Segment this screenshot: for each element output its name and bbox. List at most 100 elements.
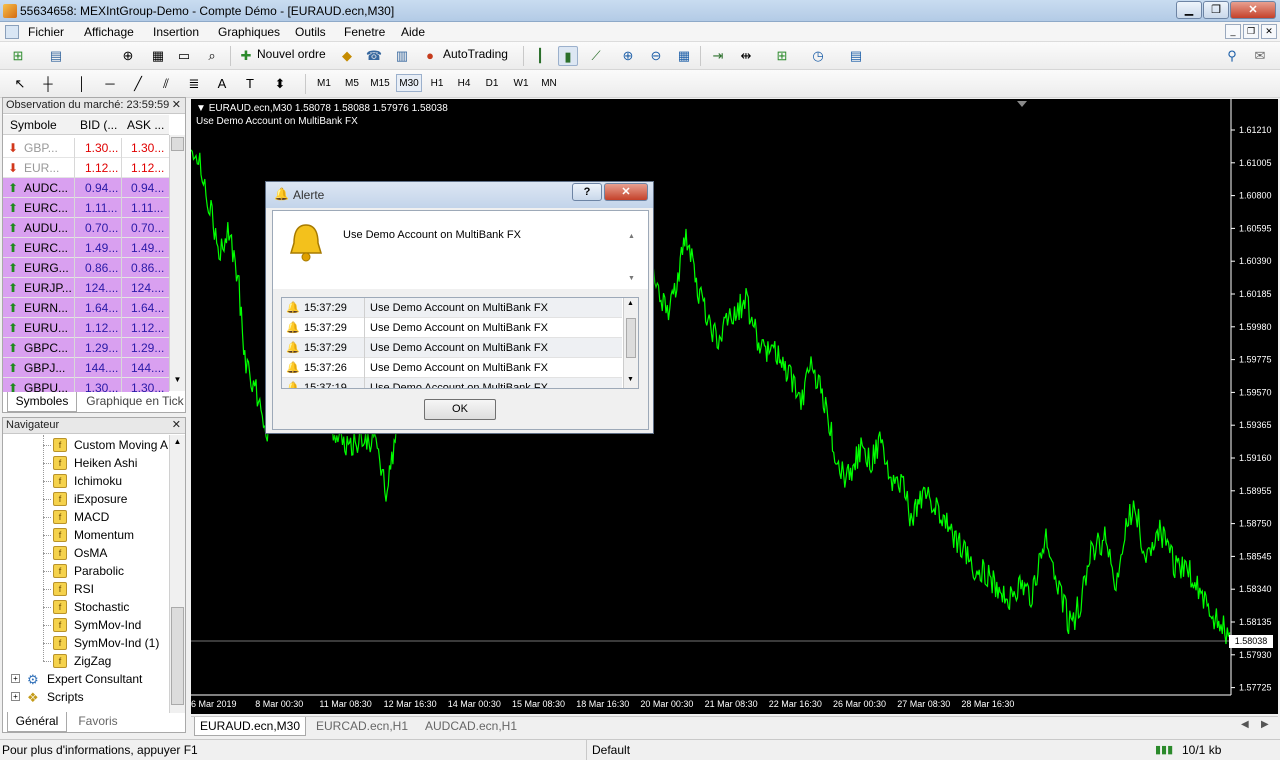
alert-log-scrollbar[interactable]: ▲ ▼: [623, 298, 638, 388]
menu-fenetre[interactable]: Fenetre: [344, 25, 385, 39]
navigator-indicator-item[interactable]: f RSI: [53, 580, 169, 598]
menu-affichage[interactable]: Affichage: [84, 25, 134, 39]
timeframe-d1[interactable]: D1: [480, 74, 504, 92]
header-bid[interactable]: BID (...: [80, 118, 117, 132]
tab-scroll-left-icon[interactable]: ◀: [1241, 719, 1249, 730]
autotrading-icon[interactable]: ●: [420, 46, 440, 66]
navigator-scrollbar[interactable]: ▲: [169, 435, 185, 713]
message-scroll-up-icon[interactable]: ▲: [628, 233, 635, 240]
line-chart-icon[interactable]: ⟋: [586, 46, 606, 66]
close-icon[interactable]: ✕: [172, 98, 181, 113]
alert-log-row[interactable]: 🔔 15:37:19 Use Demo Account on MultiBank F…: [282, 378, 622, 388]
timeframe-h4[interactable]: H4: [452, 74, 476, 92]
navigator-indicator-item[interactable]: f MACD: [53, 508, 169, 526]
market-watch-row[interactable]: ⬆ EURC... 1.11... 1.11...: [3, 198, 169, 218]
mdi-close-button[interactable]: ✕: [1261, 24, 1277, 39]
chart-shift-icon[interactable]: ⇹: [736, 46, 756, 66]
header-ask[interactable]: ASK ...: [127, 118, 164, 132]
navigator-folder[interactable]: + ⚙ Expert Consultant: [11, 670, 169, 688]
market-watch-row[interactable]: ⬆ GBPU... 1.30... 1.30...: [3, 378, 169, 392]
tab-scroll-right-icon[interactable]: ▶: [1261, 719, 1269, 730]
templates-icon[interactable]: ▤: [846, 46, 866, 66]
tab-graphique-en-tick[interactable]: Graphique en Tick: [83, 392, 187, 412]
market-watch-row[interactable]: ⬆ EURC... 1.49... 1.49...: [3, 238, 169, 258]
navigator-folder[interactable]: + ❖ Scripts: [11, 688, 169, 706]
market-watch-icon[interactable]: ⊕: [118, 46, 138, 66]
market-watch-row[interactable]: ⬆ EURN... 1.64... 1.64...: [3, 298, 169, 318]
timeframe-m15[interactable]: M15: [367, 74, 393, 92]
mdi-restore-button[interactable]: ❐: [1243, 24, 1259, 39]
header-symbol[interactable]: Symbole: [10, 118, 57, 132]
autotrading-button[interactable]: AutoTrading: [443, 47, 508, 61]
new-order-button[interactable]: Nouvel ordre: [257, 47, 326, 61]
text-label-icon[interactable]: T: [240, 74, 260, 94]
close-button[interactable]: ✕: [1230, 1, 1276, 19]
timeframe-h1[interactable]: H1: [425, 74, 449, 92]
arrows-icon[interactable]: ⬍: [270, 74, 290, 94]
timeframe-w1[interactable]: W1: [508, 74, 534, 92]
close-icon[interactable]: ✕: [172, 418, 181, 433]
fibonacci-icon[interactable]: ≣: [184, 74, 204, 94]
navigator-icon[interactable]: ▭: [174, 46, 194, 66]
search-icon[interactable]: ⚲: [1222, 46, 1242, 66]
help-button[interactable]: ?: [572, 183, 602, 201]
scroll-up-icon[interactable]: ▲: [627, 300, 634, 307]
alert-log-row[interactable]: 🔔 15:37:29 Use Demo Account on MultiBank F…: [282, 318, 622, 338]
minimize-button[interactable]: ▁: [1176, 1, 1202, 19]
profiles-icon[interactable]: ▤: [46, 46, 66, 66]
navigator-indicator-item[interactable]: f OsMA: [53, 544, 169, 562]
terminal-icon[interactable]: ☎: [364, 46, 384, 66]
market-watch-row[interactable]: ⬆ AUDC... 0.94... 0.94...: [3, 178, 169, 198]
crosshair-icon[interactable]: ┼: [38, 74, 58, 94]
trendline-icon[interactable]: ╱: [128, 74, 148, 94]
tile-windows-icon[interactable]: ▦: [674, 46, 694, 66]
new-chart-icon[interactable]: ⊞: [8, 46, 28, 66]
market-watch-row[interactable]: ⬆ GBPC... 1.29... 1.29...: [3, 338, 169, 358]
new-order-icon[interactable]: ✚: [236, 46, 256, 66]
timeframe-m5[interactable]: M5: [340, 74, 364, 92]
market-watch-row[interactable]: ⬆ AUDU... 0.70... 0.70...: [3, 218, 169, 238]
experts-icon[interactable]: ▥: [392, 46, 412, 66]
timeframe-m1[interactable]: M1: [312, 74, 336, 92]
alert-log-row[interactable]: 🔔 15:37:26 Use Demo Account on MultiBank F…: [282, 358, 622, 378]
menu-outils[interactable]: Outils: [295, 25, 326, 39]
horizontal-line-icon[interactable]: ─: [100, 74, 120, 94]
chart-window-icon[interactable]: [5, 25, 19, 39]
chat-icon[interactable]: ✉: [1250, 46, 1270, 66]
candlestick-chart-icon[interactable]: ▮: [558, 46, 578, 66]
navigator-indicator-item[interactable]: f SymMov-Ind: [53, 616, 169, 634]
scroll-down-icon[interactable]: ▼: [171, 375, 184, 388]
periods-icon[interactable]: ◷: [808, 46, 828, 66]
tab-symboles[interactable]: Symboles: [7, 392, 77, 412]
tab-chart-euraud[interactable]: EURAUD.ecn,M30: [194, 717, 306, 736]
strategy-tester-icon[interactable]: ⌕: [202, 46, 222, 66]
navigator-indicator-item[interactable]: f Custom Moving A: [53, 436, 169, 454]
indicators-icon[interactable]: ⊞: [772, 46, 792, 66]
market-watch-scrollbar[interactable]: ▲ ▼: [169, 135, 185, 391]
alert-log-row[interactable]: 🔔 15:37:29 Use Demo Account on MultiBank F…: [282, 298, 622, 318]
vertical-line-icon[interactable]: │: [72, 74, 92, 94]
zoom-out-icon[interactable]: ⊖: [646, 46, 666, 66]
navigator-indicator-item[interactable]: f SymMov-Ind (1): [53, 634, 169, 652]
menu-insertion[interactable]: Insertion: [153, 25, 199, 39]
timeframe-mn[interactable]: MN: [536, 74, 562, 92]
scrollbar-thumb[interactable]: [171, 137, 184, 151]
autoscroll-icon[interactable]: ⇥: [708, 46, 728, 66]
navigator-indicator-item[interactable]: f Parabolic: [53, 562, 169, 580]
market-watch-row[interactable]: ⬆ EURG... 0.86... 0.86...: [3, 258, 169, 278]
scroll-down-icon[interactable]: ▼: [627, 376, 634, 383]
scrollbar-thumb[interactable]: [626, 318, 636, 358]
navigator-indicator-item[interactable]: f Stochastic: [53, 598, 169, 616]
navigator-indicator-item[interactable]: f iExposure: [53, 490, 169, 508]
navigator-indicator-item[interactable]: f ZigZag: [53, 652, 169, 670]
market-watch-row[interactable]: ⬇ GBP... 1.30... 1.30...: [3, 138, 169, 158]
expand-icon[interactable]: +: [11, 692, 20, 701]
bar-chart-icon[interactable]: ┃: [530, 46, 550, 66]
market-watch-row[interactable]: ⬆ GBPJ... 144.... 144....: [3, 358, 169, 378]
navigator-indicator-item[interactable]: f Momentum: [53, 526, 169, 544]
tab-chart-eurcad[interactable]: EURCAD.ecn,H1: [311, 717, 413, 736]
navigator-indicator-item[interactable]: f Ichimoku: [53, 472, 169, 490]
timeframe-m30[interactable]: M30: [396, 74, 422, 92]
restore-button[interactable]: ❐: [1203, 1, 1229, 19]
cursor-icon[interactable]: ↖: [10, 74, 30, 94]
